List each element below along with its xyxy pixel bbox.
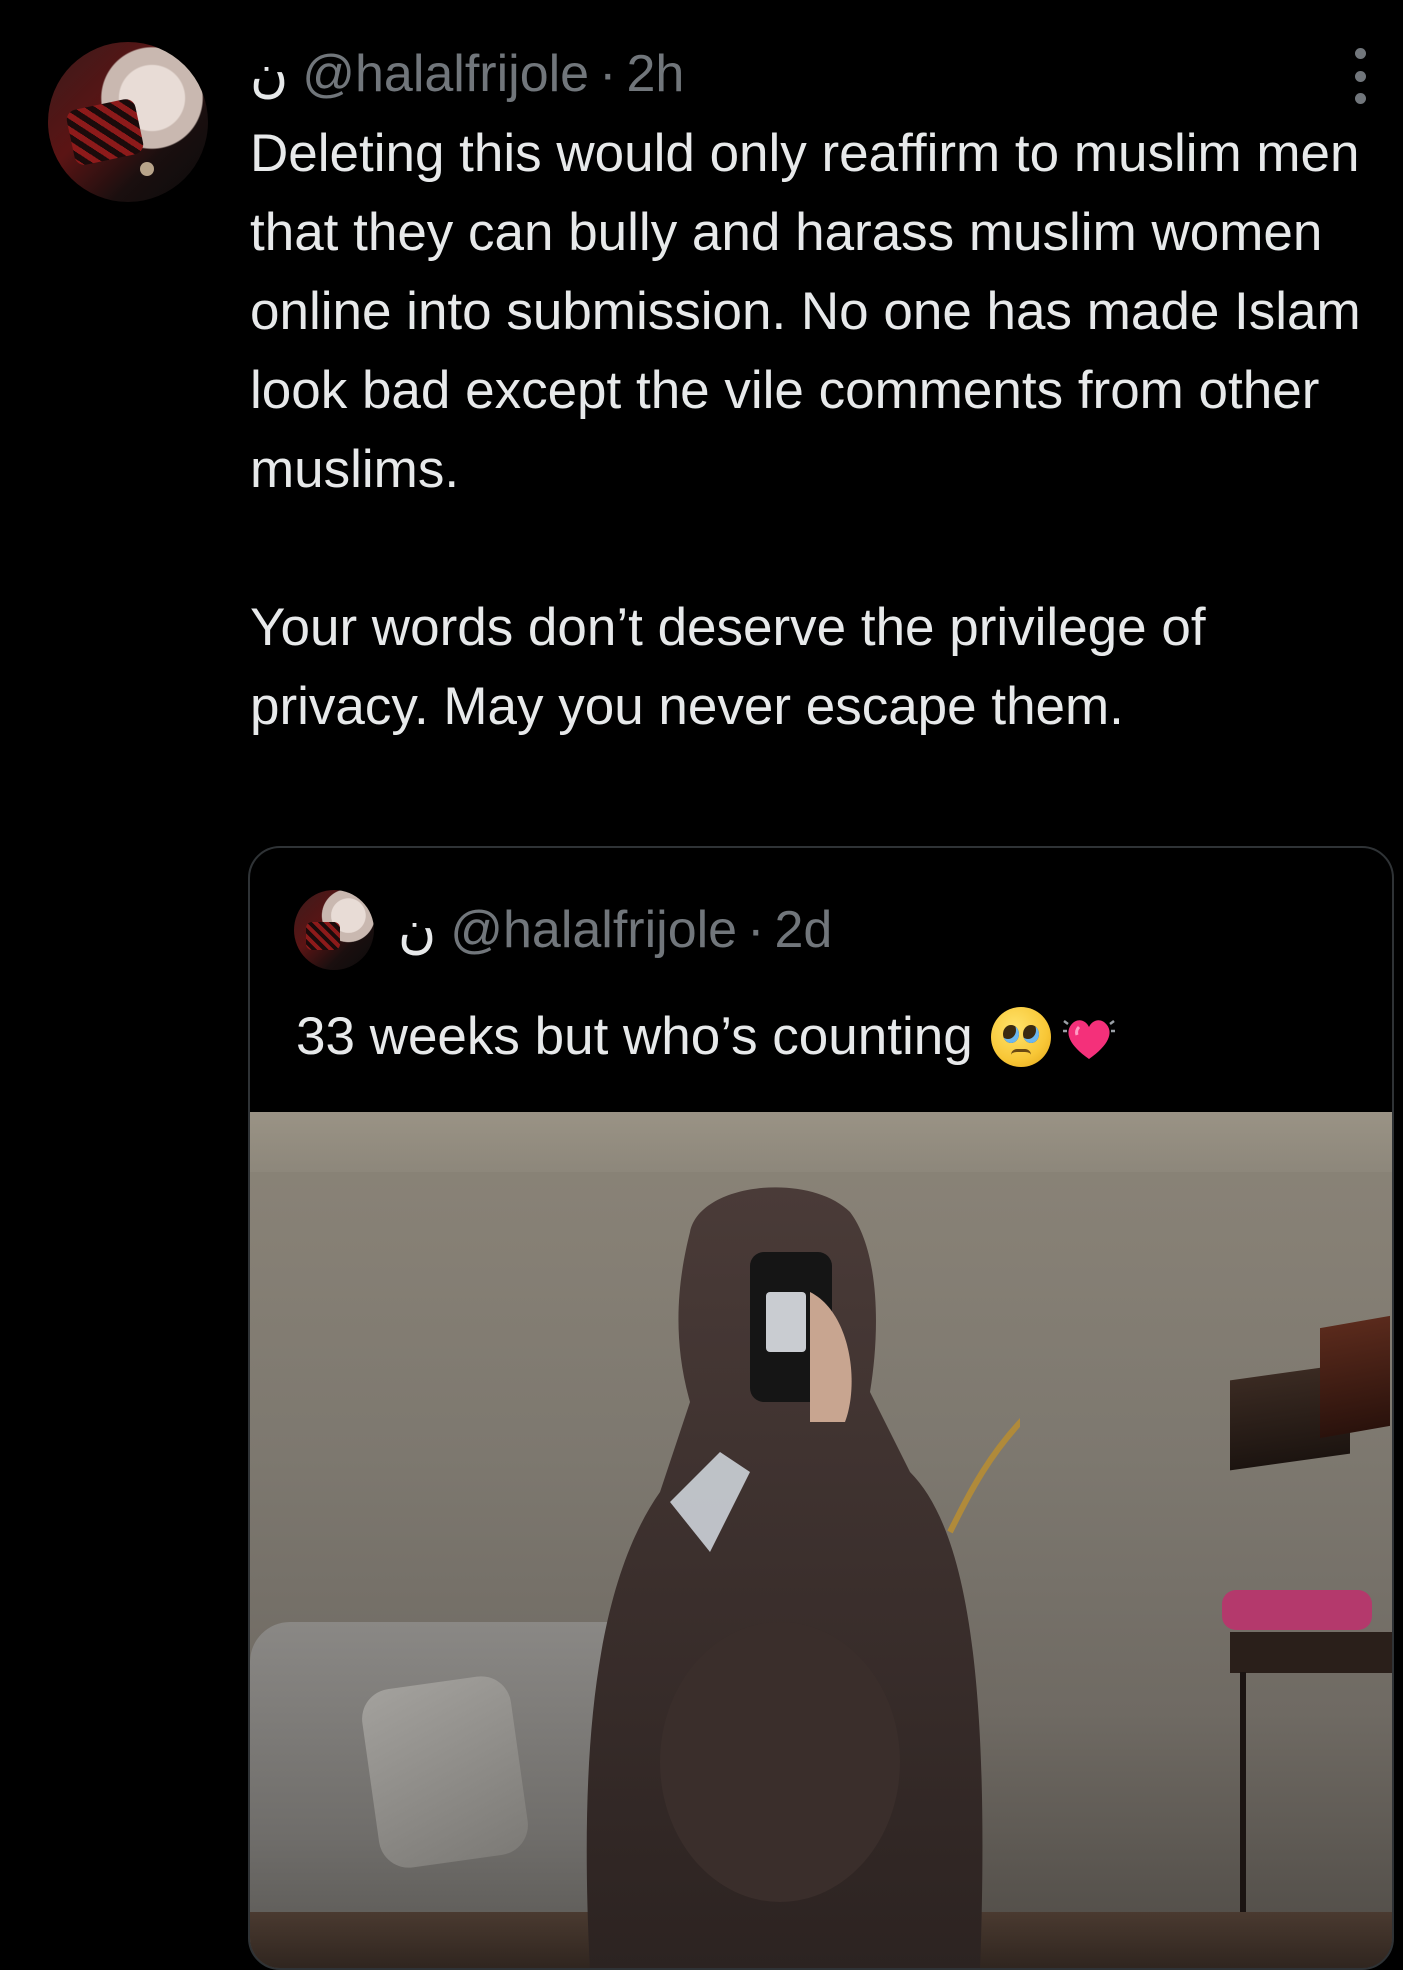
quoted-tweet-timestamp[interactable]: 2d: [774, 900, 832, 960]
person-silhouette-image-detail: [586, 1187, 1020, 1968]
quoted-author-handle[interactable]: @halalfrijole: [450, 900, 737, 960]
quoted-author-display-name[interactable]: ن: [398, 900, 436, 960]
author-display-name[interactable]: ن: [250, 44, 288, 104]
avatar-image-detail: [64, 97, 146, 167]
quoted-tweet-header: ن @halalfrijole · 2d: [398, 900, 832, 960]
avatar-image-detail-dot: [140, 162, 154, 176]
quoted-author-avatar[interactable]: [294, 890, 374, 970]
tweet-paragraph: Deleting this would only reaffirm to mus…: [250, 124, 1361, 499]
avatar-image-detail: [306, 922, 340, 950]
tweet-body: Deleting this would only reaffirm to mus…: [250, 114, 1380, 746]
tweet-paragraph: Your words don’t deserve the privilege o…: [250, 598, 1206, 736]
growing-heart-icon: [1059, 1007, 1119, 1067]
author-avatar[interactable]: [48, 42, 208, 202]
tweet-timestamp[interactable]: 2h: [626, 44, 684, 104]
quoted-tweet-photo[interactable]: [250, 1112, 1392, 1968]
tweet-header: ن @halalfrijole · 2h: [250, 44, 684, 104]
author-handle[interactable]: @halalfrijole: [302, 44, 589, 104]
quoted-tweet-text: 33 weeks but who’s counting: [296, 1007, 973, 1066]
header-separator: ·: [747, 901, 765, 959]
pleading-face-tears-icon: [990, 1007, 1051, 1067]
quoted-tweet-card[interactable]: ن @halalfrijole · 2d 33 weeks but who’s …: [248, 846, 1394, 1970]
more-dots-vertical-icon[interactable]: [1340, 48, 1380, 104]
header-separator: ·: [599, 45, 617, 103]
quoted-tweet-body: 33 weeks but who’s counting: [296, 1002, 1119, 1072]
